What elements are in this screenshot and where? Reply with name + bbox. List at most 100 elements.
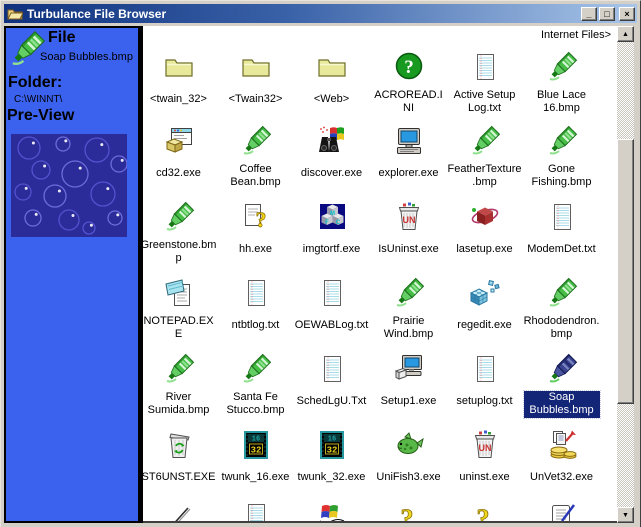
file-item[interactable]: ? <box>446 501 523 523</box>
file-item[interactable]: MFC imgtortf.exe <box>293 201 370 257</box>
file-item[interactable] <box>217 501 294 523</box>
text-file-icon[interactable] <box>546 201 578 233</box>
file-item-label[interactable]: OEWABLog.txt <box>295 319 369 332</box>
file-item[interactable]: Gone Fishing.bmp <box>523 125 600 190</box>
file-item[interactable]: ? hh.exe <box>217 201 294 257</box>
file-item-label[interactable]: <Twain32> <box>229 93 283 106</box>
acroread-icon[interactable]: ? <box>393 51 425 83</box>
file-item[interactable]: Coffee Bean.bmp <box>217 125 294 190</box>
regedit-cubes-icon[interactable] <box>469 277 501 309</box>
marker-icon[interactable] <box>163 201 195 233</box>
file-item-label[interactable]: UniFish3.exe <box>376 471 440 484</box>
file-item-label[interactable]: Santa Fe Stucco.bmp <box>218 391 294 417</box>
chip-1632-icon[interactable]: 1632 <box>240 429 272 461</box>
scroll-down-button[interactable]: ▼ <box>617 507 634 523</box>
file-item[interactable]: setuplog.txt <box>446 353 523 409</box>
marker-icon[interactable] <box>240 353 272 385</box>
file-item-label[interactable]: Coffee Bean.bmp <box>218 163 294 189</box>
minimize-button[interactable]: _ <box>581 7 597 21</box>
mfc-cubes-icon[interactable]: MFC <box>316 201 348 233</box>
file-item-label[interactable]: explorer.exe <box>379 167 439 180</box>
file-item-label[interactable]: ACROREAD.INI <box>371 89 447 115</box>
help-doc-icon[interactable]: ? <box>240 201 272 233</box>
file-item[interactable]: NOTEPAD.EXE <box>143 277 217 342</box>
fish-icon[interactable] <box>393 429 425 461</box>
marker-icon[interactable] <box>163 353 195 385</box>
question-mark-icon[interactable]: ? <box>469 501 501 523</box>
text-file-icon[interactable] <box>469 353 501 385</box>
file-item-label[interactable]: cd32.exe <box>156 167 201 180</box>
text-file-icon[interactable] <box>316 353 348 385</box>
uninstall-trash-icon[interactable]: UN <box>393 201 425 233</box>
file-item[interactable]: discover.exe <box>293 125 370 181</box>
close-button[interactable]: × <box>619 7 635 21</box>
file-item-label[interactable]: Blue Lace 16.bmp <box>524 89 600 115</box>
vertical-scrollbar[interactable]: ▲ ▼ <box>617 26 634 523</box>
file-item[interactable]: <twain_32> <box>143 51 217 107</box>
file-item-label[interactable]: River Sumida.bmp <box>143 391 217 417</box>
file-item[interactable]: regedit.exe <box>446 277 523 333</box>
setup-box-icon[interactable] <box>469 201 501 233</box>
file-item[interactable]: UnVet32.exe <box>523 429 600 485</box>
chip-1632-icon[interactable]: 1632 <box>316 429 348 461</box>
marker-icon[interactable] <box>469 125 501 157</box>
file-item-label[interactable]: UnVet32.exe <box>530 471 593 484</box>
marker-icon[interactable] <box>546 51 578 83</box>
marker-icon[interactable] <box>240 125 272 157</box>
file-item[interactable]: <Twain32> <box>217 51 294 107</box>
installer-window-icon[interactable] <box>163 125 195 157</box>
file-item-label[interactable]: imgtortf.exe <box>303 243 360 256</box>
scroll-up-button[interactable]: ▲ <box>617 26 634 42</box>
file-item-label[interactable]: uninst.exe <box>459 471 509 484</box>
text-file-icon[interactable] <box>240 501 272 523</box>
file-item-label[interactable]: FeatherTexture.bmp <box>447 163 523 189</box>
folder-icon[interactable] <box>163 51 195 83</box>
windows-flag-icon[interactable] <box>316 501 348 523</box>
file-item[interactable]: Soap Bubbles.bmp <box>523 353 600 418</box>
file-item-label[interactable]: ntbtlog.txt <box>232 319 280 332</box>
file-item-label[interactable]: Soap Bubbles.bmp <box>524 391 600 418</box>
computer-icon[interactable] <box>393 125 425 157</box>
file-item[interactable]: UNIsUninst.exe <box>370 201 447 257</box>
file-item[interactable]: explorer.exe <box>370 125 447 181</box>
folder-icon[interactable] <box>316 51 348 83</box>
marker-icon[interactable] <box>546 277 578 309</box>
file-item-label[interactable]: Active Setup Log.txt <box>447 89 523 115</box>
file-item-label[interactable]: Setup1.exe <box>381 395 437 408</box>
question-mark-icon[interactable]: ? <box>393 501 425 523</box>
uninstall-trash-icon[interactable]: UN <box>469 429 501 461</box>
file-item[interactable]: <Web> <box>293 51 370 107</box>
file-item[interactable]: ModemDet.txt <box>523 201 600 257</box>
file-item-label[interactable]: Gone Fishing.bmp <box>524 163 600 189</box>
file-item[interactable]: lasetup.exe <box>446 201 523 257</box>
file-item-label[interactable]: NOTEPAD.EXE <box>143 315 217 341</box>
file-item[interactable]: River Sumida.bmp <box>143 353 217 418</box>
recycle-trash-icon[interactable] <box>163 429 195 461</box>
file-item[interactable]: ? <box>370 501 447 523</box>
file-item[interactable]: SchedLgU.Txt <box>293 353 370 409</box>
file-item[interactable]: Santa Fe Stucco.bmp <box>217 353 294 418</box>
text-file-icon[interactable] <box>469 51 501 83</box>
file-item-label[interactable]: Greenstone.bmp <box>143 239 217 265</box>
file-item[interactable]: Prairie Wind.bmp <box>370 277 447 342</box>
file-item-label[interactable]: <Web> <box>314 93 349 106</box>
file-item-label[interactable]: Rhododendron.bmp <box>524 315 600 341</box>
file-item[interactable] <box>293 501 370 523</box>
file-item[interactable]: Active Setup Log.txt <box>446 51 523 116</box>
notepad-icon[interactable] <box>163 277 195 309</box>
file-item[interactable]: ? ACROREAD.INI <box>370 51 447 116</box>
scroll-pen-icon[interactable] <box>546 501 578 523</box>
file-item[interactable]: OEWABLog.txt <box>293 277 370 333</box>
binoculars-flag-icon[interactable] <box>316 125 348 157</box>
file-item[interactable] <box>523 501 600 523</box>
text-file-icon[interactable] <box>240 277 272 309</box>
marker-icon[interactable] <box>393 277 425 309</box>
file-item[interactable]: Greenstone.bmp <box>143 201 217 266</box>
file-item[interactable]: 1632 twunk_16.exe <box>217 429 294 485</box>
file-item-label[interactable]: lasetup.exe <box>456 243 512 256</box>
file-item[interactable]: cd32.exe <box>143 125 217 181</box>
file-item[interactable]: ntbtlog.txt <box>217 277 294 333</box>
file-item-label[interactable]: regedit.exe <box>457 319 511 332</box>
file-item-label[interactable]: twunk_16.exe <box>222 471 290 484</box>
file-item-label[interactable]: hh.exe <box>239 243 272 256</box>
